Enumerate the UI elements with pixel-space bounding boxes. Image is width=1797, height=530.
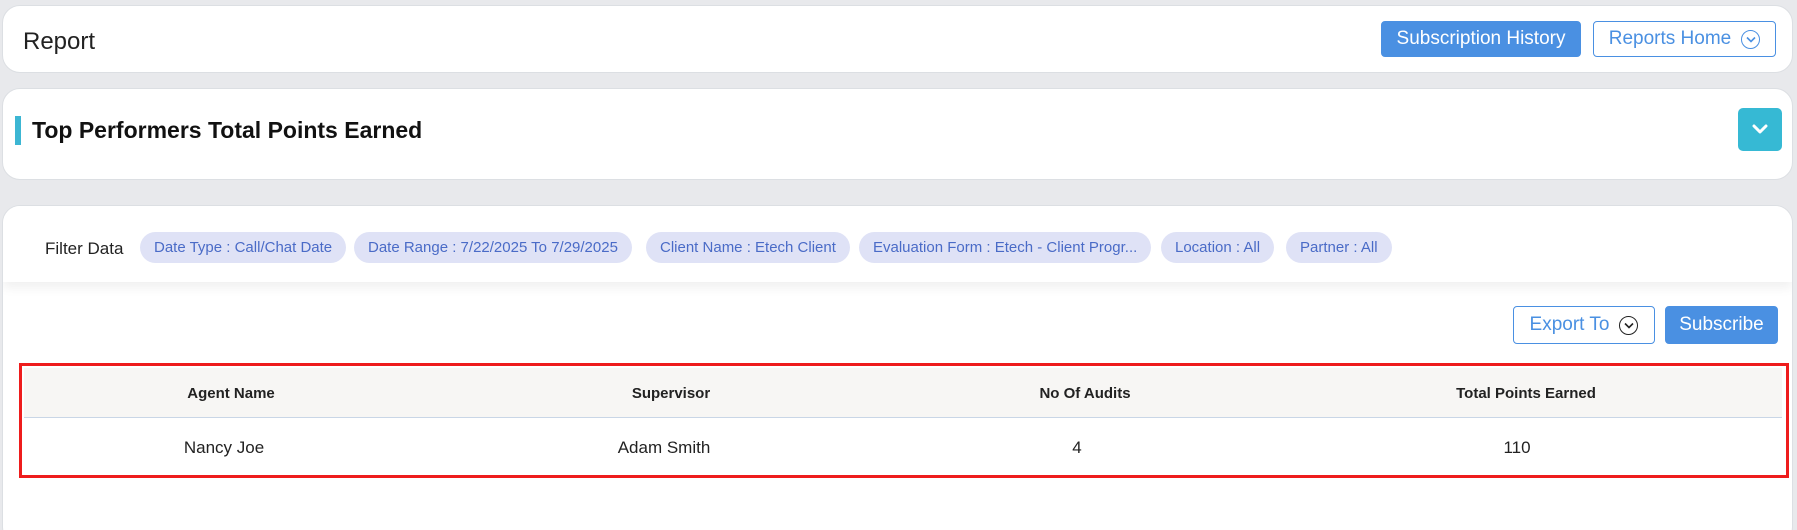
column-header-supervisor[interactable]: Supervisor [632,385,710,402]
filter-chip-evaluation-form[interactable]: Evaluation Form : Etech - Client Progr..… [859,232,1152,263]
filter-label: Filter Data [45,239,124,258]
cell-supervisor: Adam Smith [617,438,711,457]
reports-home-button[interactable]: Reports Home [1593,21,1776,57]
column-header-total-points-earned[interactable]: Total Points Earned [1456,385,1596,402]
chevron-down-circle-icon [1741,29,1761,49]
cell-no-of-audits: 4 [1072,438,1082,457]
subscription-history-button[interactable]: Subscription History [1381,21,1581,57]
section-accent-bar [15,116,21,145]
filter-chip-date-type[interactable]: Date Type : Call/Chat Date [140,232,347,263]
column-header-no-of-audits[interactable]: No Of Audits [1039,385,1130,402]
table-header-row: Agent Name Supervisor No Of Audits Total… [24,368,1782,418]
reports-home-label: Reports Home [1608,28,1732,49]
report-section-header: Top Performers Total Points Earned [2,88,1793,180]
filter-chip-partner[interactable]: Partner : All [1286,232,1392,263]
export-to-label: Export To [1529,314,1610,335]
chevron-down-icon [1752,124,1768,134]
section-title: Top Performers Total Points Earned [32,117,423,143]
cell-total-points-earned: 110 [1503,438,1531,457]
chevron-down-circle-icon [1619,315,1639,335]
filter-chip-date-range[interactable]: Date Range : 7/22/2025 To 7/29/2025 [354,232,632,263]
subscribe-button[interactable]: Subscribe [1665,306,1778,344]
report-header: Report Subscription History Reports Home [2,5,1793,73]
export-to-button[interactable]: Export To [1513,306,1655,344]
results-table: Agent Name Supervisor No Of Audits Total… [19,363,1789,478]
filter-chip-location[interactable]: Location : All [1161,232,1275,263]
filter-bar: Filter Data Date Type : Call/Chat Date D… [3,206,1792,282]
collapse-toggle-button[interactable] [1738,108,1782,151]
column-header-agent-name[interactable]: Agent Name [187,385,275,402]
cell-agent-name: Nancy Joe [183,438,265,457]
report-content: Filter Data Date Type : Call/Chat Date D… [2,205,1793,530]
page-title: Report [23,28,96,55]
filter-chip-client-name[interactable]: Client Name : Etech Client [646,232,850,263]
